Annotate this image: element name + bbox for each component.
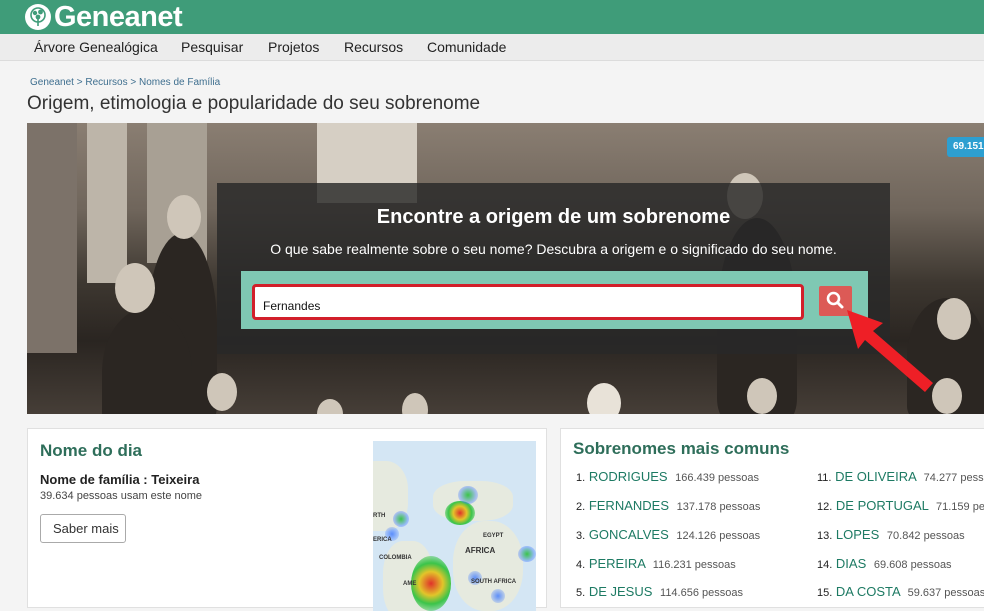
surname-name[interactable]: PEREIRA: [589, 556, 645, 571]
surname-name[interactable]: GONCALVES: [589, 527, 669, 542]
surname-rank: 3.: [576, 530, 586, 542]
search-title: Encontre a origem de um sobrenome: [376, 206, 731, 228]
surname-count: 59.637 pessoas: [907, 587, 984, 599]
surname-count: 70.842 pessoas: [886, 530, 965, 542]
map-label: EGYPT: [483, 533, 504, 539]
surname-rank: 2.: [576, 501, 586, 513]
breadcrumb-separator: >: [127, 77, 139, 88]
surname-count: 69.608 pessoas: [873, 559, 952, 571]
surname-name[interactable]: DE PORTUGAL: [836, 498, 928, 513]
surname-item[interactable]: 11. DE OLIVEIRA 74.277 pessoas: [817, 469, 984, 484]
surname-count: 71.159 pessoas: [936, 501, 984, 513]
surname-count: 114.656 pessoas: [660, 587, 743, 599]
surname-rank: 15.: [817, 587, 833, 599]
surname-rank: 12.: [817, 501, 833, 513]
search-subtitle: O que sabe realmente sobre o seu nome? D…: [270, 241, 837, 257]
main-menu: Árvore Genealógica Pesquisar Projetos Re…: [0, 34, 984, 61]
name-of-day-description: 39.634 pessoas usam este nome: [40, 490, 203, 502]
surname-heatmap[interactable]: RTH ERICA COLOMBIA EGYPT AFRICA SOUTH AF…: [373, 441, 536, 611]
top-bar: Geneanet: [0, 0, 984, 34]
surname-rank: 14.: [817, 559, 833, 571]
surname-count: 116.231 pessoas: [652, 559, 736, 571]
surname-item[interactable]: 12. DE PORTUGAL 71.159 pessoas: [817, 498, 984, 513]
breadcrumb: Geneanet > Recursos > Nomes de Família: [30, 77, 220, 88]
breadcrumb-separator: >: [73, 77, 86, 88]
menu-item-recursos[interactable]: Recursos: [344, 39, 403, 55]
map-label: AFRICA: [465, 546, 496, 555]
learn-more-button[interactable]: Saber mais: [40, 514, 126, 543]
surname-rank: 13.: [817, 530, 833, 542]
surname-count: 137.178 pessoas: [676, 501, 761, 513]
map-label: SOUTH AFRICA: [471, 579, 517, 585]
menu-item-pesquisar[interactable]: Pesquisar: [181, 39, 243, 55]
logo-text: Geneanet: [54, 1, 183, 33]
surname-item[interactable]: 1. RODRIGUES 166.439 pessoas: [576, 469, 759, 484]
surname-count: 124.126 pessoas: [676, 530, 761, 542]
surname-name[interactable]: DIAS: [836, 556, 866, 571]
surname-item[interactable]: 4. PEREIRA 116.231 pessoas: [576, 556, 736, 571]
name-of-day-card: Nome do dia Nome de família : Teixeira 3…: [27, 428, 547, 611]
menu-item-projetos[interactable]: Projetos: [268, 39, 319, 55]
name-of-day-name: Nome de família : Teixeira: [40, 472, 200, 487]
breadcrumb-geneanet[interactable]: Geneanet: [30, 77, 74, 88]
surname-name[interactable]: DE OLIVEIRA: [835, 469, 916, 484]
surname-item[interactable]: 14. DIAS 69.608 pessoas: [817, 556, 952, 571]
surname-name[interactable]: LOPES: [836, 527, 879, 542]
surname-rank: 4.: [576, 559, 586, 571]
geneanet-logo[interactable]: Geneanet: [25, 1, 183, 33]
surname-item[interactable]: 13. LOPES 70.842 pessoas: [817, 527, 965, 542]
count-badge: 69.151: [947, 137, 984, 157]
common-surnames-title: Sobrenomes mais comuns: [573, 439, 790, 458]
tree-icon: [25, 4, 51, 30]
search-bar: [241, 271, 868, 329]
surname-name[interactable]: RODRIGUES: [589, 469, 668, 484]
search-panel: Encontre a origem de um sobrenome O que …: [217, 183, 890, 354]
name-of-day-title: Nome do dia: [40, 441, 143, 460]
common-surnames-card: Sobrenomes mais comuns 1. RODRIGUES 166.…: [560, 428, 984, 608]
breadcrumb-recursos[interactable]: Recursos: [85, 77, 127, 88]
annotation-arrow-icon: [847, 310, 933, 392]
surname-name[interactable]: FERNANDES: [589, 498, 669, 513]
page-title: Origem, etimologia e popularidade do seu…: [27, 93, 481, 114]
surname-rank: 11.: [817, 472, 832, 484]
surname-item[interactable]: 3. GONCALVES 124.126 pessoas: [576, 527, 760, 542]
surname-count: 166.439 pessoas: [675, 472, 759, 484]
surname-search-input[interactable]: [252, 284, 804, 320]
map-label: RTH: [373, 513, 386, 519]
surname-item[interactable]: 2. FERNANDES 137.178 pessoas: [576, 498, 760, 513]
map-label: COLOMBIA: [379, 555, 412, 561]
surname-count: 74.277 pessoas: [923, 472, 984, 484]
menu-item-comunidade[interactable]: Comunidade: [427, 39, 506, 55]
surname-rank: 5.: [576, 587, 586, 599]
map-label: ERICA: [373, 537, 392, 543]
surname-rank: 1.: [576, 472, 586, 484]
breadcrumb-nomes[interactable]: Nomes de Família: [139, 77, 220, 88]
menu-item-arvore[interactable]: Árvore Genealógica: [34, 39, 158, 55]
map-label: AME: [403, 581, 417, 587]
